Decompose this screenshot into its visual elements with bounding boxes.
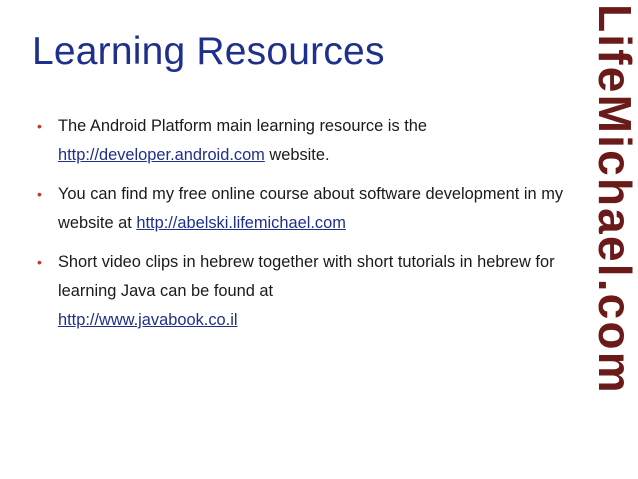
list-item: • You can find my free online course abo… — [37, 180, 577, 238]
list-item: • Short video clips in hebrew together w… — [37, 248, 577, 335]
developer-android-link[interactable]: http://developer.android.com — [58, 146, 265, 164]
bullet-marker: • — [37, 254, 42, 270]
bullet-text: Short video clips in hebrew together wit… — [58, 253, 555, 300]
bullet-text-after: website. — [264, 146, 330, 164]
slide-title: Learning Resources — [32, 30, 385, 73]
bullet-list: • The Android Platform main learning res… — [37, 112, 577, 345]
bullet-marker: • — [37, 186, 42, 202]
abelski-link[interactable]: http://abelski.lifemichael.com — [136, 214, 346, 232]
side-brand-banner: LifeMichael.com — [596, 0, 634, 479]
bullet-text: The Android Platform main learning resou… — [58, 117, 427, 135]
javabook-link[interactable]: http://www.javabook.co.il — [58, 311, 237, 329]
list-item: • The Android Platform main learning res… — [37, 112, 577, 170]
side-brand-text: LifeMichael.com — [596, 4, 634, 395]
bullet-marker: • — [37, 118, 42, 134]
